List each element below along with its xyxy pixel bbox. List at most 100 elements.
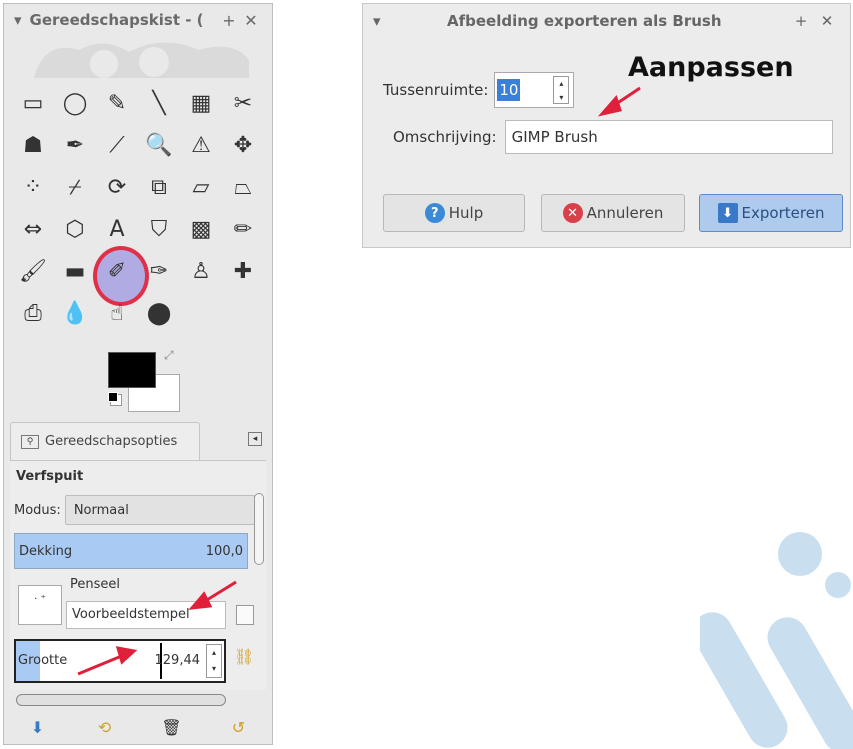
size-spinner[interactable]: ▴ ▾ (206, 644, 222, 678)
tab-menu-icon[interactable]: ◂ (248, 432, 262, 446)
reset-options-icon[interactable]: ↺ (227, 718, 251, 737)
add-icon[interactable]: + (788, 12, 814, 30)
perspective-clone-icon[interactable]: ⎙ (12, 292, 54, 334)
blend-icon-glyph: ▩ (190, 216, 212, 242)
zoom-icon[interactable]: 🔍 (138, 124, 180, 166)
blur-icon[interactable]: 💧 (54, 292, 96, 334)
size-slider[interactable]: Grootte 129,44 ▴ ▾ (14, 639, 226, 683)
brush-preview[interactable]: · ⁺ (18, 585, 62, 625)
watermark-logo (700, 532, 853, 749)
spacing-spin-buttons[interactable]: ▴ ▾ (553, 76, 570, 104)
heal-icon[interactable]: ✚ (222, 250, 264, 292)
export-button[interactable]: ⬇ Exporteren (699, 194, 843, 232)
measure-icon[interactable]: ⚠ (180, 124, 222, 166)
swap-colors-icon[interactable]: ⤢ (164, 348, 174, 363)
brush-row: · ⁺ Penseel Voorbeeldstempel (14, 577, 264, 631)
tool-options: Verfspuit Modus: Normaal Dekking 100,0 ·… (10, 460, 266, 690)
text-icon[interactable]: A (96, 208, 138, 250)
spacing-label: Tussenruimte: (383, 81, 489, 99)
cage-icon[interactable]: ⬡ (54, 208, 96, 250)
clone-icon[interactable]: ♙ (180, 250, 222, 292)
horizontal-scrollbar[interactable] (16, 694, 226, 706)
lasso-icon-glyph: ✎ (107, 90, 127, 116)
save-options-icon[interactable]: ⬇ (26, 718, 50, 737)
flip-icon[interactable]: ⇔ (12, 208, 54, 250)
dodge-burn-icon[interactable]: ⬤ (138, 292, 180, 334)
move-icon[interactable]: ✥ (222, 124, 264, 166)
rect-select-icon[interactable]: ▭ (12, 82, 54, 124)
spacing-row: Tussenruimte: 10 ▴ ▾ (383, 72, 575, 108)
smudge-icon-glyph: ☝ (110, 300, 124, 326)
collapse-icon[interactable]: ▾ (14, 11, 22, 29)
align-icon-glyph: ⁘ (23, 174, 43, 200)
opacity-label: Dekking (19, 544, 73, 559)
lasso-icon[interactable]: ✎ (96, 82, 138, 124)
smudge-icon[interactable]: ☝ (96, 292, 138, 334)
tab-tool-options[interactable]: ⚲ Gereedschapsopties (10, 422, 200, 460)
restore-options-icon[interactable]: ⟲ (93, 718, 117, 737)
bucket-fill-icon[interactable]: ⛉ (138, 208, 180, 250)
mode-row: Modus: Normaal (14, 495, 255, 525)
mode-select[interactable]: Normaal (64, 495, 255, 525)
airbrush-icon[interactable]: ✐ (93, 246, 149, 306)
tool-options-icon: ⚲ (21, 434, 39, 449)
scale-icon-glyph: ⧉ (151, 174, 167, 200)
color-picker-icon[interactable]: ⟋ (96, 124, 138, 166)
airbrush-icon-glyph: ✐ (107, 258, 127, 284)
ink-icon[interactable]: ✑ (138, 250, 180, 292)
tool-grid: ▭ ◯ ✎ ╲ ▦ ✂ ☗ ✒ ⟋ 🔍 ⚠ ✥ ⁘ ⌿ ⟳ ⧉ ▱ ⏢ ⇔ ⬡ A ⛉ ▩ ✏ 🖌 ▬ ✐ ✑ ♙ ✚ ⎙ 💧 ☝ ⬤ (12, 82, 266, 334)
close-icon[interactable]: ✕ (240, 11, 262, 30)
paths-icon[interactable]: ✒ (54, 124, 96, 166)
paths-icon-glyph: ✒ (65, 132, 85, 158)
by-color-select-icon[interactable]: ▦ (180, 82, 222, 124)
default-colors-icon[interactable] (108, 392, 118, 402)
dodge-burn-icon-glyph: ⬤ (146, 300, 172, 326)
measure-icon-glyph: ⚠ (191, 132, 211, 158)
blend-icon[interactable]: ▩ (180, 208, 222, 250)
help-button[interactable]: ? Hulp (383, 194, 525, 232)
spacing-spinner[interactable]: 10 ▴ ▾ (494, 72, 575, 108)
foreground-select-icon[interactable]: ☗ (12, 124, 54, 166)
brush-edit-icon[interactable] (236, 605, 254, 625)
align-icon[interactable]: ⁘ (12, 166, 54, 208)
close-icon[interactable]: ✕ (814, 12, 840, 30)
export-icon: ⬇ (717, 203, 738, 223)
shear-icon[interactable]: ▱ (180, 166, 222, 208)
dialog-title: Afbeelding exporteren als Brush (447, 12, 722, 30)
scissors-icon[interactable]: ✂ (222, 82, 264, 124)
toolbox-titlebar: ▾ Gereedschapskist - ( + ✕ (4, 4, 272, 36)
scissors-icon-glyph: ✂ (233, 90, 253, 116)
collapse-icon[interactable]: ▾ (373, 12, 381, 30)
fuzzy-select-icon[interactable]: ╲ (138, 82, 180, 124)
perspective-icon[interactable]: ⏢ (222, 166, 264, 208)
opacity-slider[interactable]: Dekking 100,0 (14, 533, 248, 569)
heal-icon-glyph: ✚ (233, 258, 253, 284)
cancel-button[interactable]: ✕ Annuleren (541, 194, 685, 232)
paintbrush-icon[interactable]: 🖌 (12, 250, 54, 292)
spacing-value[interactable]: 10 (497, 79, 521, 101)
color-selector: ⤢ (104, 348, 184, 414)
eraser-icon[interactable]: ▬ (54, 250, 96, 292)
foreground-color[interactable] (108, 352, 156, 388)
options-scrollbar[interactable] (254, 493, 264, 565)
add-icon[interactable]: + (218, 11, 240, 30)
chain-link-icon[interactable]: ⛓ (234, 647, 254, 666)
pencil-icon[interactable]: ✏ (222, 208, 264, 250)
crop-icon[interactable]: ⌿ (54, 166, 96, 208)
perspective-clone-icon-glyph: ⎙ (24, 300, 42, 326)
crop-icon-glyph: ⌿ (68, 174, 82, 200)
fuzzy-select-icon-glyph: ╲ (152, 90, 166, 116)
delete-options-icon[interactable]: 🗑 (160, 718, 184, 737)
scale-icon[interactable]: ⧉ (138, 166, 180, 208)
rotate-icon[interactable]: ⟳ (96, 166, 138, 208)
brush-name-field[interactable]: Voorbeeldstempel (66, 601, 226, 629)
ellipse-select-icon[interactable]: ◯ (54, 82, 96, 124)
foreground-select-icon-glyph: ☗ (23, 132, 43, 158)
ellipse-select-icon-glyph: ◯ (62, 90, 88, 116)
description-input[interactable]: GIMP Brush (504, 120, 833, 154)
export-brush-dialog: ▾ Afbeelding exporteren als Brush + ✕ Aa… (362, 3, 851, 248)
help-icon: ? (424, 203, 445, 223)
text-icon-glyph: A (109, 216, 125, 242)
perspective-icon-glyph: ⏢ (234, 174, 252, 200)
by-color-select-icon-glyph: ▦ (190, 90, 212, 116)
